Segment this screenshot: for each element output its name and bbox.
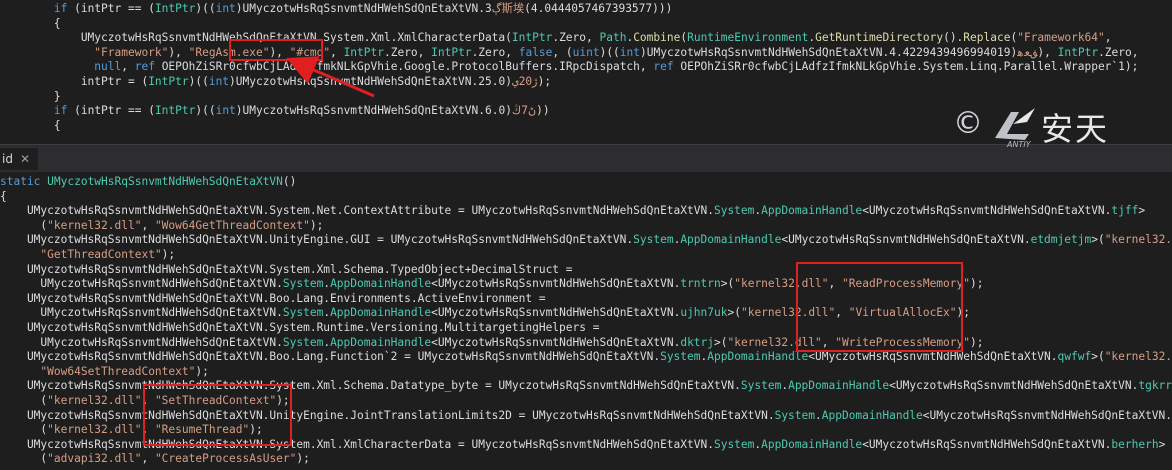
antiy-logo-icon [995, 108, 1035, 140]
antiy-watermark: © 安天 ANTIY [953, 100, 1163, 158]
watermark-brand-sub: ANTIY [1007, 140, 1031, 149]
annotation-arrow-icon [286, 56, 375, 98]
copyright-icon: © [953, 106, 983, 141]
watermark-brand-text: 安天 [1041, 110, 1110, 148]
